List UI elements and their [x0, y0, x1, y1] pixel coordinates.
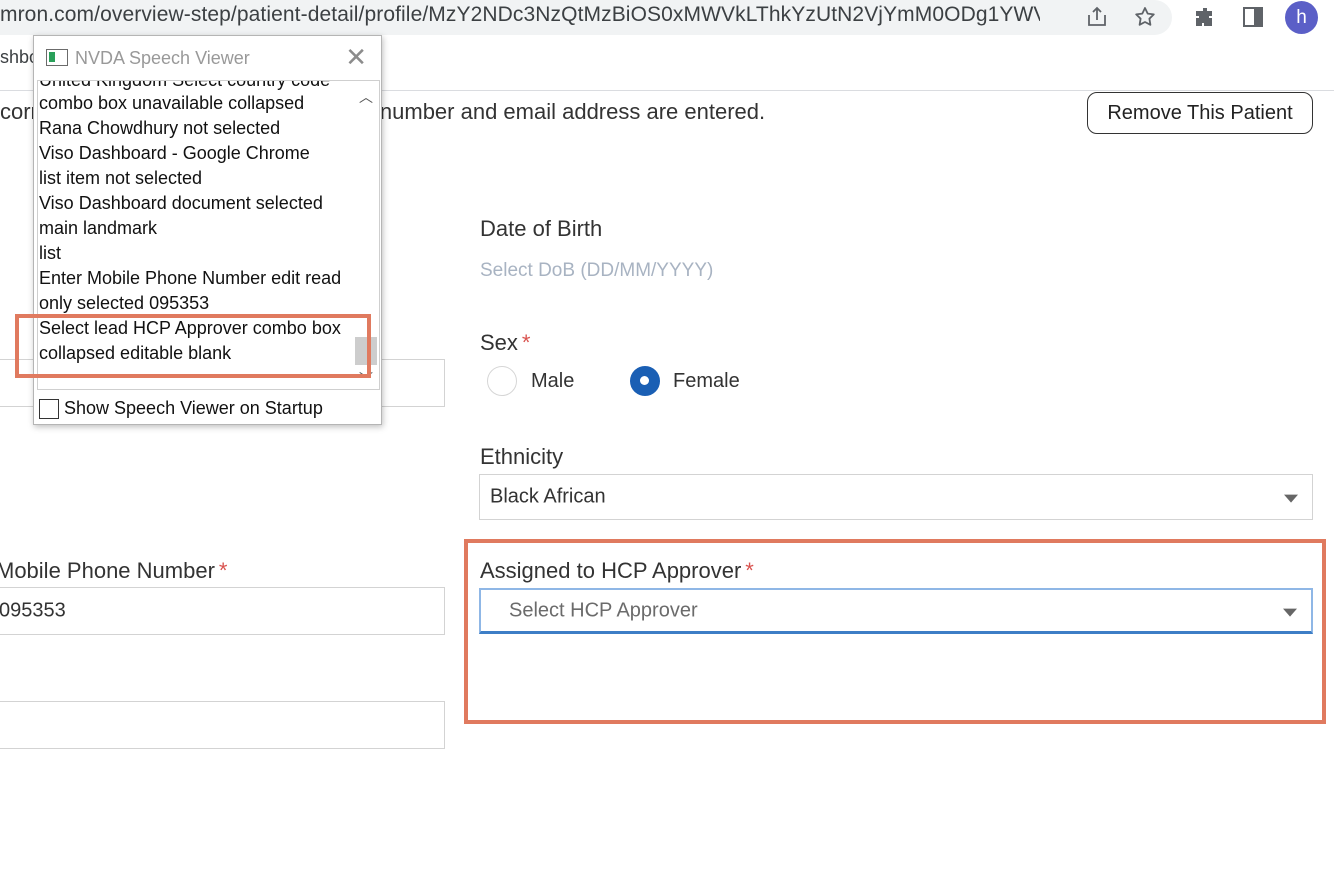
- log-line: Enter Mobile Phone Number edit read: [39, 268, 342, 288]
- nvda-title-bar[interactable]: NVDA Speech Viewer ✕: [34, 36, 381, 80]
- star-icon[interactable]: [1131, 3, 1159, 31]
- url-text[interactable]: mron.com/overview-step/patient-detail/pr…: [0, 3, 1040, 27]
- avatar[interactable]: h: [1285, 1, 1318, 34]
- log-line: Viso Dashboard document selected: [39, 193, 323, 213]
- nvda-app-icon: [46, 49, 68, 66]
- chevron-down-icon: [1284, 494, 1298, 503]
- log-line: Rana Chowdhury not selected: [39, 118, 281, 138]
- required-mark: *: [218, 558, 228, 583]
- log-line: Viso Dashboard - Google Chrome: [39, 143, 310, 163]
- nvda-title: NVDA Speech Viewer: [75, 48, 250, 68]
- log-line: list item not selected: [39, 168, 203, 188]
- radio-female-label[interactable]: Female: [673, 370, 740, 393]
- mobile-label: Mobile Phone Number *: [0, 558, 227, 584]
- radio-female[interactable]: [630, 366, 660, 396]
- startup-checkbox[interactable]: [39, 399, 59, 419]
- chevron-up-icon[interactable]: ︿: [359, 87, 373, 107]
- radio-male-label[interactable]: Male: [531, 370, 574, 393]
- log-line: only selected 095353: [39, 293, 210, 313]
- remove-patient-button[interactable]: Remove This Patient: [1087, 92, 1313, 134]
- log-line: list: [39, 243, 61, 263]
- extensions-icon[interactable]: [1191, 3, 1219, 31]
- mobile-phone-input[interactable]: 095353: [0, 587, 445, 635]
- required-mark: *: [521, 330, 531, 355]
- address-bar[interactable]: mron.com/overview-step/patient-detail/pr…: [0, 0, 1172, 35]
- notice-suffix: number and email address are entered.: [379, 99, 766, 124]
- radio-male[interactable]: [487, 366, 517, 396]
- sex-label-text: Sex: [480, 330, 518, 355]
- hcp-highlight-box: [464, 539, 1326, 724]
- email-input[interactable]: [0, 701, 445, 749]
- log-line: combo box unavailable collapsed: [39, 93, 305, 113]
- share-icon[interactable]: [1083, 3, 1111, 31]
- ethnicity-value: Black African: [490, 485, 606, 508]
- sidepanel-icon[interactable]: [1239, 3, 1267, 31]
- startup-checkbox-label[interactable]: Show Speech Viewer on Startup: [64, 398, 323, 419]
- mobile-value: 095353: [0, 599, 66, 622]
- ethnicity-select[interactable]: Black African: [479, 474, 1313, 520]
- log-line: main landmark: [39, 218, 158, 238]
- dob-input[interactable]: Select DoB (DD/MM/YYYY): [480, 260, 713, 282]
- mobile-label-text: Mobile Phone Number: [0, 558, 215, 583]
- ethnicity-label: Ethnicity: [480, 444, 564, 469]
- sex-label: Sex *: [480, 330, 530, 356]
- nvda-highlight-box: [15, 314, 371, 378]
- close-icon[interactable]: ✕: [345, 44, 367, 70]
- dob-label: Date of Birth: [480, 216, 603, 241]
